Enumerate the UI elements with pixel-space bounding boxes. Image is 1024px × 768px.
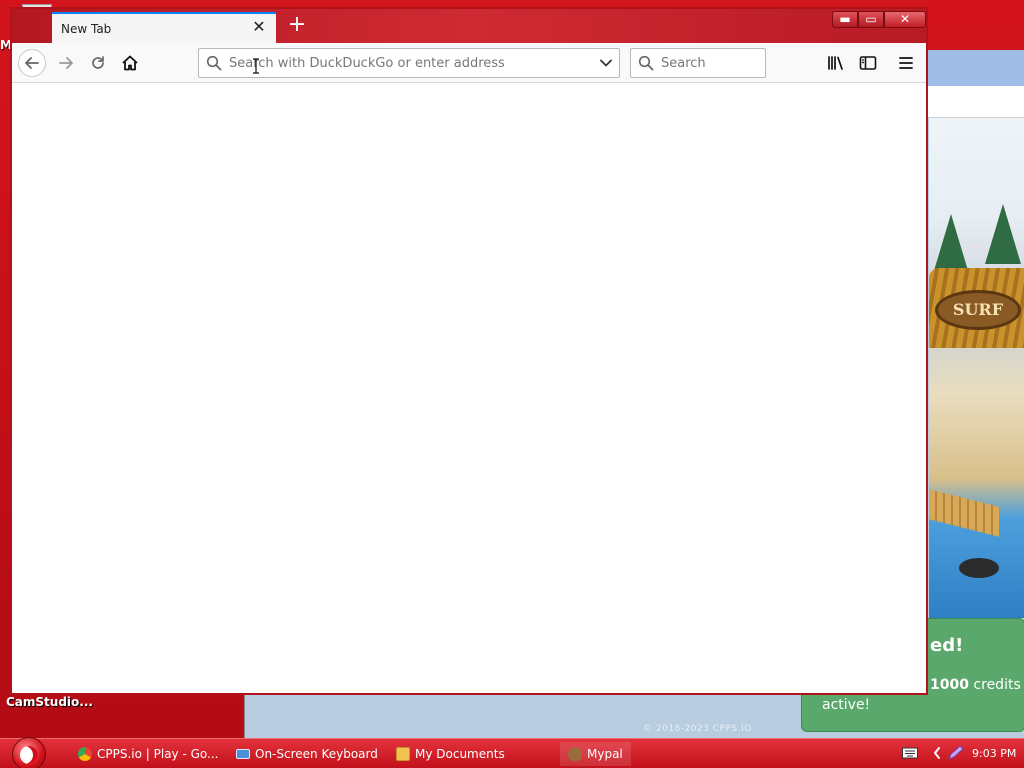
forward-arrow-icon bbox=[59, 57, 73, 69]
tab-new-tab[interactable]: New Tab ✕ bbox=[52, 12, 276, 43]
chevron-down-icon[interactable] bbox=[599, 56, 613, 70]
search-icon bbox=[638, 55, 654, 71]
tree-decoration bbox=[933, 214, 969, 274]
notice-active: active! bbox=[822, 697, 871, 713]
minimize-button[interactable]: ▬ bbox=[832, 11, 858, 28]
new-tab-button[interactable]: + bbox=[284, 13, 310, 39]
taskbar-item-mypal[interactable]: Mypal bbox=[560, 742, 631, 766]
tree-decoration bbox=[985, 204, 1021, 264]
taskbar-item-label: On-Screen Keyboard bbox=[255, 747, 378, 761]
rock bbox=[959, 558, 999, 578]
url-input[interactable] bbox=[229, 53, 589, 73]
search-input[interactable] bbox=[661, 53, 761, 73]
search-box[interactable] bbox=[630, 48, 766, 78]
taskbar-item-on-screen-keyboard[interactable]: On-Screen Keyboard bbox=[236, 742, 378, 766]
taskbar-item-label: CPPS.io | Play - Go... bbox=[97, 747, 219, 761]
sidebar-button[interactable] bbox=[854, 49, 882, 77]
taskbar-item-label: Mypal bbox=[587, 747, 623, 761]
home-button[interactable] bbox=[116, 49, 144, 77]
back-button[interactable] bbox=[18, 49, 46, 77]
close-window-button[interactable]: ✕ bbox=[884, 11, 926, 28]
copyright-text: © 2018-2023 CPPS.IO bbox=[643, 724, 752, 734]
start-logo-icon bbox=[20, 746, 38, 764]
chevron-left-icon[interactable] bbox=[932, 745, 942, 761]
hamburger-menu-icon bbox=[899, 57, 913, 69]
boardwalk bbox=[929, 489, 999, 537]
home-icon bbox=[122, 55, 138, 71]
pen-icon[interactable] bbox=[946, 744, 966, 762]
forward-button[interactable] bbox=[52, 49, 80, 77]
notice-title: ed! bbox=[930, 635, 964, 656]
notice-credits: 1000 credits fo bbox=[930, 677, 1024, 693]
folder-icon bbox=[396, 747, 410, 761]
mypal-icon bbox=[568, 747, 582, 761]
library-button[interactable] bbox=[822, 49, 850, 77]
maximize-button[interactable]: ▭ bbox=[858, 11, 884, 28]
back-arrow-icon bbox=[25, 57, 39, 69]
browser-window[interactable]: New Tab ✕ + ▬ ▭ ✕ bbox=[10, 7, 928, 695]
desktop-icon-camstudio-label[interactable]: CamStudio... bbox=[6, 695, 93, 709]
taskbar: CPPS.io | Play - Go... On-Screen Keyboar… bbox=[0, 737, 1024, 768]
search-icon bbox=[206, 55, 222, 71]
game-scene[interactable]: SURF bbox=[929, 118, 1024, 618]
reload-button[interactable] bbox=[84, 49, 112, 77]
taskbar-item-my-documents[interactable]: My Documents bbox=[396, 742, 505, 766]
address-bar[interactable] bbox=[198, 48, 620, 78]
taskbar-item-label: My Documents bbox=[415, 747, 505, 761]
library-icon bbox=[828, 56, 843, 70]
close-tab-button[interactable]: ✕ bbox=[250, 18, 268, 36]
keyboard-icon[interactable] bbox=[902, 747, 918, 759]
taskbar-item-cpps[interactable]: CPPS.io | Play - Go... bbox=[78, 742, 219, 766]
page-content[interactable] bbox=[12, 84, 926, 693]
keyboard-icon bbox=[236, 749, 250, 759]
credits-amount: 1000 bbox=[930, 677, 969, 693]
credits-text: credits fo bbox=[973, 677, 1024, 693]
text-cursor-icon bbox=[253, 58, 259, 74]
system-clock[interactable]: 9:03 PM bbox=[972, 747, 1016, 760]
sidebar-icon bbox=[859, 56, 877, 70]
reload-icon bbox=[92, 56, 104, 69]
chrome-icon bbox=[78, 747, 92, 761]
start-button[interactable] bbox=[12, 737, 46, 768]
menu-button[interactable] bbox=[892, 49, 920, 77]
navigation-toolbar bbox=[12, 43, 926, 83]
surf-sign: SURF bbox=[935, 290, 1021, 330]
tab-title: New Tab bbox=[61, 22, 112, 36]
browser-titlebar[interactable]: New Tab ✕ + ▬ ▭ ✕ bbox=[12, 9, 926, 43]
